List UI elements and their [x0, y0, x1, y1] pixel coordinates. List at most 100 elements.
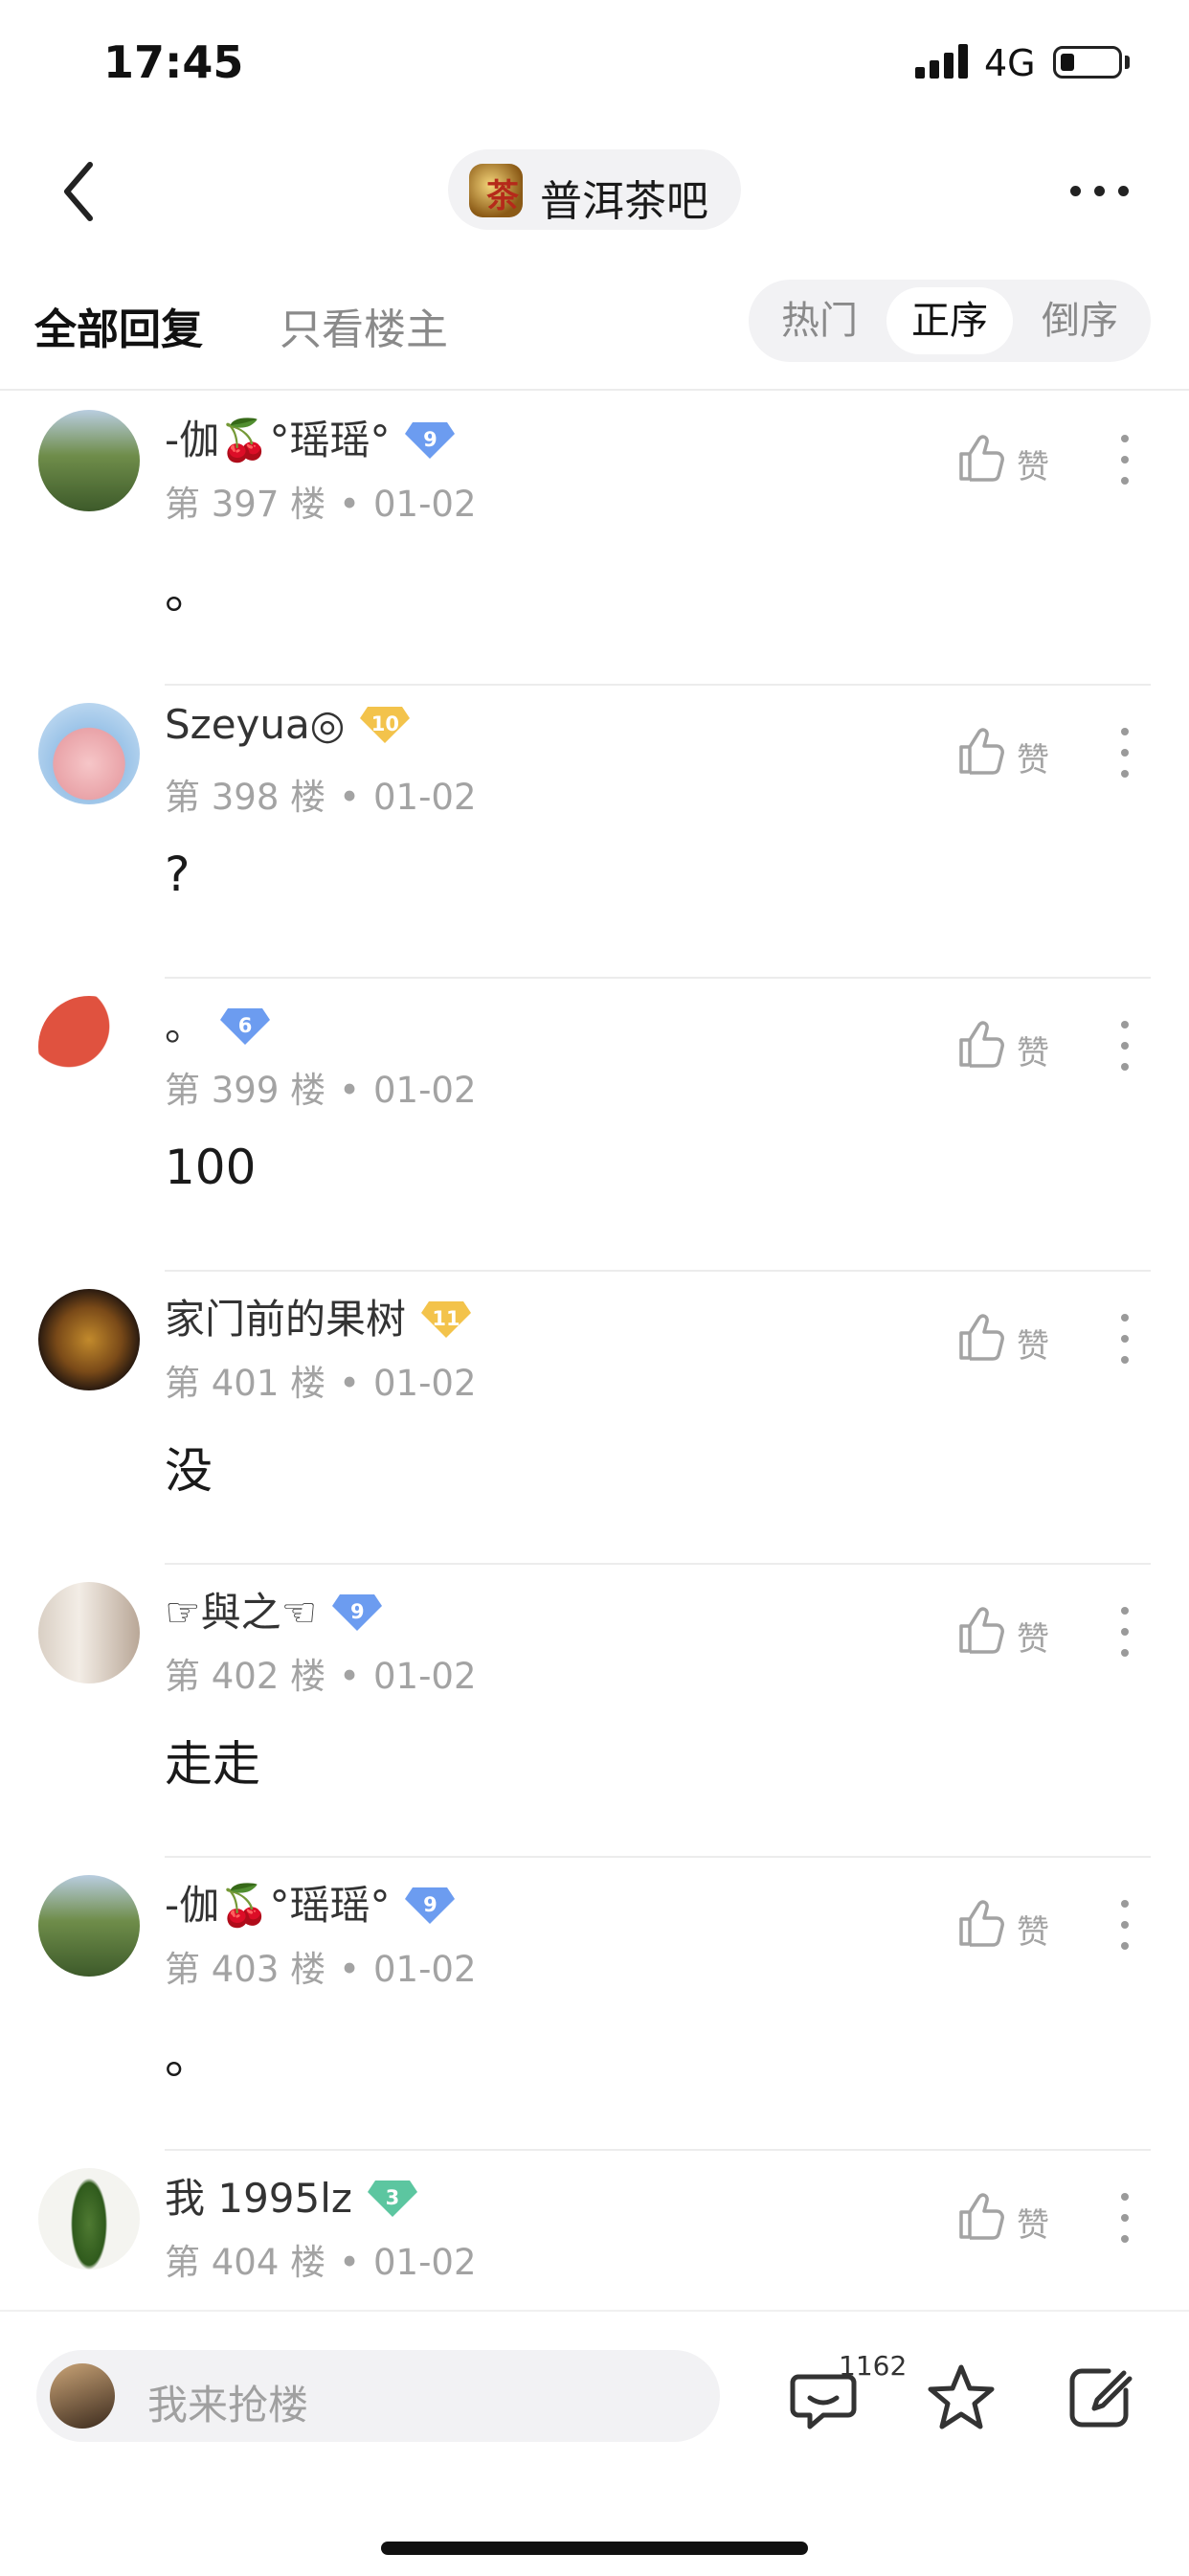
- level-badge: 3: [366, 2177, 419, 2219]
- post-meta: 第 398 楼 • 01-02: [165, 777, 477, 818]
- reply-input[interactable]: 我来抢楼: [36, 2350, 720, 2442]
- like-label: 赞: [1017, 448, 1049, 486]
- username[interactable]: 我 1995lz 3: [165, 2166, 419, 2225]
- level-badge: 10: [358, 703, 412, 745]
- thumbs-up-icon: [959, 1314, 1004, 1361]
- reply-content: 。: [165, 2029, 213, 2085]
- like-label: 赞: [1017, 1327, 1049, 1366]
- floor-number: 第 398 楼: [165, 777, 326, 818]
- like-label: 赞: [1017, 1620, 1049, 1659]
- like-button[interactable]: 赞: [953, 2189, 1078, 2247]
- avatar[interactable]: [38, 1875, 140, 1977]
- post-more-icon[interactable]: [1116, 724, 1135, 781]
- floor-number: 第 404 楼: [165, 2242, 326, 2283]
- thumbs-up-icon: [959, 728, 1004, 775]
- more-options-icon[interactable]: [1066, 172, 1133, 211]
- post-date: 01-02: [372, 2242, 477, 2283]
- level-badge: 9: [403, 418, 457, 461]
- reply-item[interactable]: Szeyua◎ 10 第 398 楼 • 01-02? 赞: [0, 686, 1189, 979]
- post-date: 01-02: [372, 777, 477, 818]
- like-label: 赞: [1017, 2206, 1049, 2245]
- like-button[interactable]: 赞: [953, 1310, 1078, 1367]
- thumbs-up-icon: [959, 1021, 1004, 1068]
- username[interactable]: -伽🍒°瑶瑶° 9: [165, 408, 457, 466]
- post-date: 01-02: [372, 1363, 477, 1404]
- post-meta: 第 402 楼 • 01-02: [165, 1656, 477, 1697]
- post-more-icon[interactable]: [1116, 1603, 1135, 1661]
- battery-cap: [1125, 56, 1130, 69]
- tab-host-only[interactable]: 只看楼主: [280, 295, 448, 356]
- nav-bar: 茶 普洱茶吧: [0, 134, 1189, 249]
- post-date: 01-02: [372, 1949, 477, 1990]
- avatar[interactable]: [38, 1582, 140, 1683]
- like-label: 赞: [1017, 741, 1049, 780]
- reply-filter-bar: 全部回复 只看楼主 热门 正序 倒序: [0, 268, 1189, 391]
- floor-number: 第 403 楼: [165, 1949, 326, 1990]
- post-more-icon[interactable]: [1116, 1896, 1135, 1954]
- battery-icon: [1053, 46, 1122, 79]
- thumbs-up-icon: [959, 435, 1004, 482]
- like-button[interactable]: 赞: [953, 1896, 1078, 1954]
- bottom-bar: 我来抢楼 1162: [0, 2310, 1189, 2576]
- edit-icon[interactable]: [1065, 2363, 1133, 2432]
- home-indicator: [381, 2542, 808, 2555]
- sort-toggle: 热门 正序 倒序: [749, 280, 1151, 362]
- avatar[interactable]: [38, 410, 140, 511]
- reply-item[interactable]: 。 6 第 399 楼 • 01-02 100 赞: [0, 979, 1189, 1272]
- post-date: 01-02: [372, 484, 477, 525]
- level-badge: 9: [330, 1591, 384, 1633]
- thumbs-up-icon: [959, 1900, 1004, 1947]
- username[interactable]: Szeyua◎ 10: [165, 701, 412, 749]
- like-label: 赞: [1017, 1913, 1049, 1952]
- reply-content: 没: [165, 1443, 213, 1499]
- reply-content: 。: [165, 564, 213, 620]
- forum-title-button[interactable]: 茶 普洱茶吧: [448, 149, 741, 230]
- sort-descending[interactable]: 倒序: [1017, 287, 1143, 354]
- floor-number: 第 397 楼: [165, 484, 326, 525]
- post-meta: 第 404 楼 • 01-02: [165, 2242, 477, 2283]
- post-meta: 第 399 楼 • 01-02: [165, 1070, 477, 1111]
- username[interactable]: 家门前的果树 11: [165, 1287, 473, 1345]
- like-button[interactable]: 赞: [953, 724, 1078, 781]
- like-button[interactable]: 赞: [953, 431, 1078, 488]
- avatar[interactable]: [38, 996, 140, 1097]
- username[interactable]: ☞與之☜ 9: [165, 1580, 384, 1638]
- post-meta: 第 397 楼 • 01-02: [165, 484, 477, 525]
- level-badge: 11: [419, 1298, 473, 1340]
- sort-ascending[interactable]: 正序: [886, 287, 1013, 354]
- floor-number: 第 399 楼: [165, 1070, 326, 1111]
- floor-number: 第 401 楼: [165, 1363, 326, 1404]
- like-button[interactable]: 赞: [953, 1603, 1078, 1661]
- forum-logo: 茶: [469, 164, 523, 217]
- signal-icon: [915, 44, 968, 79]
- comment-count: 1162: [839, 2350, 908, 2382]
- avatar[interactable]: [38, 1289, 140, 1390]
- reply-item[interactable]: -伽🍒°瑶瑶° 9 第 397 楼 • 01-02 。 赞: [0, 393, 1189, 686]
- post-more-icon[interactable]: [1116, 1310, 1135, 1367]
- tab-all-replies[interactable]: 全部回复: [34, 295, 203, 356]
- status-time: 17:45: [103, 36, 244, 88]
- username[interactable]: -伽🍒°瑶瑶° 9: [165, 1873, 457, 1932]
- username[interactable]: 。 6: [165, 994, 272, 1052]
- avatar[interactable]: [38, 2168, 140, 2270]
- post-date: 01-02: [372, 1070, 477, 1111]
- like-button[interactable]: 赞: [953, 1017, 1078, 1074]
- post-more-icon[interactable]: [1116, 431, 1135, 488]
- reply-item[interactable]: 家门前的果树 11 第 401 楼 • 01-02 没 赞: [0, 1272, 1189, 1565]
- reply-content: 100: [165, 1140, 257, 1195]
- reply-item[interactable]: ☞與之☜ 9 第 402 楼 • 01-02 走走 赞: [0, 1565, 1189, 1858]
- post-more-icon[interactable]: [1116, 1017, 1135, 1074]
- post-meta: 第 403 楼 • 01-02: [165, 1949, 477, 1990]
- reply-item[interactable]: -伽🍒°瑶瑶° 9 第 403 楼 • 01-02 。 赞: [0, 1858, 1189, 2151]
- back-icon[interactable]: [48, 155, 115, 228]
- like-label: 赞: [1017, 1034, 1049, 1073]
- reply-content: 走走: [165, 1736, 260, 1792]
- avatar[interactable]: [38, 703, 140, 804]
- favorite-star-icon[interactable]: [925, 2361, 998, 2434]
- floor-number: 第 402 楼: [165, 1656, 326, 1697]
- thumbs-up-icon: [959, 2193, 1004, 2240]
- post-more-icon[interactable]: [1116, 2189, 1135, 2247]
- sort-hot[interactable]: 热门: [756, 287, 883, 354]
- post-date: 01-02: [372, 1656, 477, 1697]
- forum-name: 普洱茶吧: [540, 177, 708, 226]
